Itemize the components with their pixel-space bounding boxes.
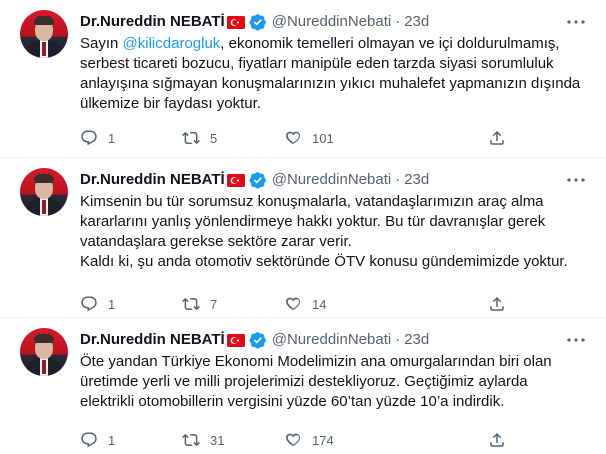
tweet[interactable]: Dr.Nureddin NEBATİ @NureddinNebati · 23d… [0,0,606,158]
separator-dot: · [395,13,401,30]
like-heart-icon [286,131,300,145]
timestamp[interactable]: 23d [404,170,429,190]
verified-badge-icon [249,14,266,31]
share-icon [490,432,504,447]
tweet-header: Dr.Nureddin NEBATİ @NureddinNebati · 23d [80,170,429,190]
avatar[interactable] [20,328,68,376]
avatar-tie [42,360,46,374]
separator-dot: · [395,331,401,348]
avatar-hair [34,16,54,25]
user-handle[interactable]: @NureddinNebati [272,170,391,190]
retweet-icon [182,131,200,145]
display-name[interactable]: Dr.Nureddin NEBATİ [80,12,225,32]
display-name[interactable]: Dr.Nureddin NEBATİ [80,170,225,190]
tweet[interactable]: Dr.Nureddin NEBATİ @NureddinNebati · 23d… [0,318,606,454]
verified-badge-icon [249,332,266,349]
retweet-count: 7 [210,296,218,312]
tweet-text-part: Kimsenin bu tür sorumsuz konuşmalarla, v… [80,193,568,270]
reply-icon [81,432,97,448]
tweet-text-part: Sayın [80,35,123,52]
share-button[interactable] [488,128,506,148]
timestamp[interactable]: 23d [404,12,429,32]
reply-button[interactable]: 1 [80,294,115,314]
like-heart-icon [286,297,300,311]
verified-badge-icon [249,172,266,189]
user-handle[interactable]: @NureddinNebati [272,330,391,350]
reply-count: 1 [108,130,116,146]
like-button[interactable]: 14 [284,294,326,314]
reply-button[interactable]: 1 [80,128,115,148]
display-name[interactable]: Dr.Nureddin NEBATİ [80,330,225,350]
user-handle[interactable]: @NureddinNebati [272,12,391,32]
avatar-hair [34,334,54,343]
share-button[interactable] [488,430,506,450]
like-count: 174 [312,432,334,448]
more-options-icon[interactable] [566,332,586,348]
retweet-count: 5 [210,130,218,146]
share-button[interactable] [488,294,506,314]
reply-count: 1 [108,432,116,448]
like-heart-icon [286,433,300,447]
tweet-text: Kimsenin bu tür sorumsuz konuşmalarla, v… [80,192,586,272]
like-button[interactable]: 174 [284,430,334,450]
tweet-text: Öte yandan Türkiye Ekonomi Modelimizin a… [80,352,586,412]
separator-dot: · [395,171,401,188]
tweet-text-part: Öte yandan Türkiye Ekonomi Modelimizin a… [80,353,552,410]
avatar[interactable] [20,168,68,216]
avatar-hair [34,174,54,183]
more-options-icon[interactable] [566,172,586,188]
turkey-flag-icon [226,15,245,29]
avatar-tie [42,42,46,56]
reply-button[interactable]: 1 [80,430,115,450]
tweet[interactable]: Dr.Nureddin NEBATİ @NureddinNebati · 23d… [0,158,606,318]
reply-icon [81,130,97,146]
retweet-icon [182,297,200,311]
mention-link[interactable]: @kilicdarogluk [123,35,221,52]
share-icon [490,296,504,311]
like-count: 101 [312,130,334,146]
turkey-flag-icon [226,173,245,187]
tweet-header: Dr.Nureddin NEBATİ @NureddinNebati · 23d [80,330,429,350]
tweet-text: Sayın @kilicdarogluk, ekonomik temelleri… [80,34,586,114]
avatar[interactable] [20,10,68,58]
like-count: 14 [312,296,327,312]
like-button[interactable]: 101 [284,128,334,148]
retweet-button[interactable]: 31 [182,430,224,450]
share-icon [490,130,504,145]
retweet-count: 31 [210,432,225,448]
more-options-icon[interactable] [566,14,586,30]
reply-icon [81,296,97,312]
timestamp[interactable]: 23d [404,330,429,350]
avatar-tie [42,200,46,214]
turkey-flag-icon [226,333,245,347]
retweet-button[interactable]: 7 [182,294,217,314]
retweet-button[interactable]: 5 [182,128,217,148]
tweet-header: Dr.Nureddin NEBATİ @NureddinNebati · 23d [80,12,429,32]
reply-count: 1 [108,296,116,312]
retweet-icon [182,433,200,447]
